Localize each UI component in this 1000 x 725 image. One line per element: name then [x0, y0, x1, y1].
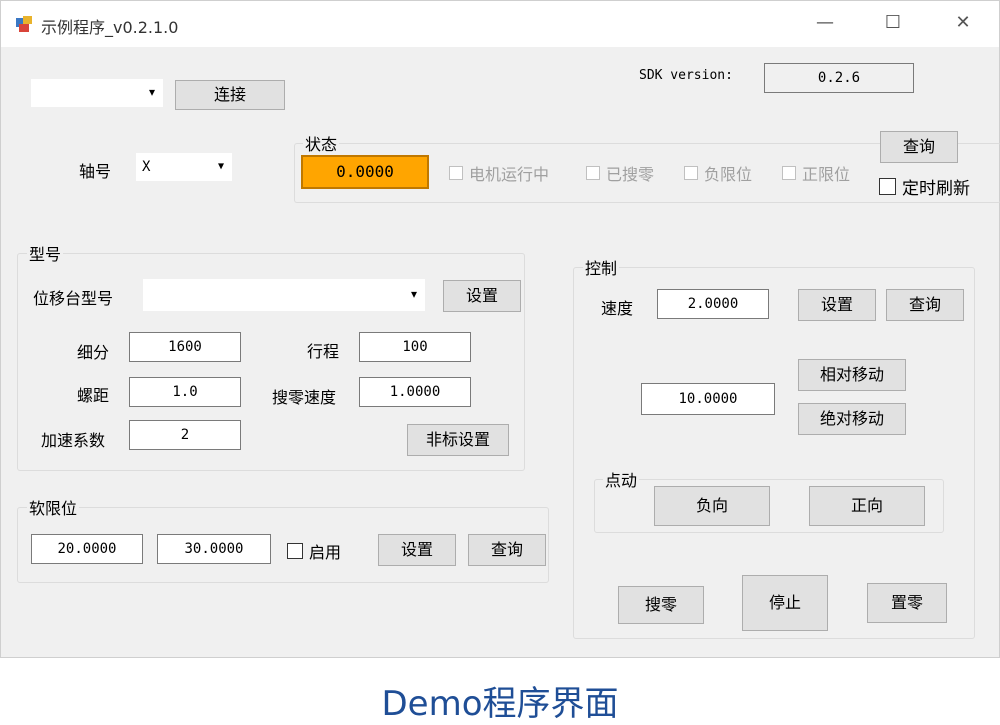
nonstandard-set-button[interactable]: 非标设置: [407, 424, 509, 456]
home-speed-label: 搜零速度: [272, 388, 337, 407]
checkbox-timer-refresh[interactable]: 定时刷新: [879, 174, 970, 199]
chevron-down-icon: ▼: [410, 289, 417, 301]
checkbox-label: 负限位: [704, 165, 753, 184]
speed-field[interactable]: 2.0000: [657, 289, 769, 319]
axis-label: 轴号: [79, 162, 112, 181]
stop-button[interactable]: 停止: [742, 575, 828, 631]
checkbox-box: [449, 166, 463, 180]
jog-negative-button[interactable]: 负向: [654, 486, 770, 526]
set-zero-button[interactable]: 置零: [867, 583, 947, 623]
axis-value: X: [142, 159, 151, 175]
control-group-title: 控制: [583, 255, 620, 279]
absolute-move-button[interactable]: 绝对移动: [798, 403, 906, 435]
speed-label: 速度: [601, 299, 634, 318]
jog-group-title: 点动: [603, 467, 640, 491]
pitch-field[interactable]: 1.0: [129, 377, 241, 407]
app-icon: [16, 16, 32, 32]
stage-model-label: 位移台型号: [33, 289, 114, 308]
soft-limit-max-field[interactable]: 30.0000: [157, 534, 271, 564]
port-combo[interactable]: ▼: [31, 79, 163, 107]
pitch-label: 螺距: [77, 386, 110, 405]
status-query-button[interactable]: 查询: [880, 131, 958, 163]
caption: Demo程序界面: [381, 684, 619, 724]
jog-positive-button[interactable]: 正向: [809, 486, 925, 526]
subdivision-label: 细分: [77, 343, 110, 362]
model-set-button[interactable]: 设置: [443, 280, 521, 312]
home-speed-field[interactable]: 1.0000: [359, 377, 471, 407]
soft-limit-min-field[interactable]: 20.0000: [31, 534, 143, 564]
chevron-down-icon: ▼: [217, 161, 224, 172]
relative-move-button[interactable]: 相对移动: [798, 359, 906, 391]
checkbox-label: 正限位: [802, 165, 851, 184]
axis-combo[interactable]: X ▼: [136, 153, 232, 181]
checkbox-enable-soft-limit[interactable]: 启用: [287, 539, 341, 563]
connect-button[interactable]: 连接: [175, 80, 285, 110]
home-button[interactable]: 搜零: [618, 586, 704, 624]
position-readout: 0.0000: [301, 155, 429, 189]
checkbox-box: [586, 166, 600, 180]
title-bar: 示例程序_v0.2.1.0 — ☐ ✕: [1, 1, 999, 47]
stage-model-combo[interactable]: ▼: [143, 279, 425, 311]
accel-label: 加速系数: [41, 431, 106, 450]
checkbox-label: 定时刷新: [902, 179, 970, 199]
sdk-version-field: 0.2.6: [764, 63, 914, 93]
soft-limit-set-button[interactable]: 设置: [378, 534, 456, 566]
checkbox-neg-limit: 负限位: [684, 161, 752, 185]
checkbox-box: [684, 166, 698, 180]
speed-query-button[interactable]: 查询: [886, 289, 964, 321]
checkbox-box[interactable]: [879, 178, 896, 195]
chevron-down-icon: ▼: [148, 87, 155, 99]
accel-field[interactable]: 2: [129, 420, 241, 450]
app-window: 示例程序_v0.2.1.0 — ☐ ✕ ▼ 连接 SDK version: 0.…: [0, 0, 1000, 658]
checkbox-pos-limit: 正限位: [782, 161, 850, 185]
soft-limit-query-button[interactable]: 查询: [468, 534, 546, 566]
checkbox-homed: 已搜零: [586, 161, 654, 185]
speed-set-button[interactable]: 设置: [798, 289, 876, 321]
move-distance-field[interactable]: 10.0000: [641, 383, 775, 415]
status-group-title: 状态: [303, 131, 340, 155]
minimize-button[interactable]: —: [811, 11, 839, 35]
checkbox-motor-running: 电机运行中: [449, 161, 549, 185]
checkbox-label: 已搜零: [606, 165, 655, 184]
stroke-label: 行程: [307, 342, 340, 361]
checkbox-box[interactable]: [287, 543, 303, 559]
maximize-button[interactable]: ☐: [879, 11, 907, 35]
window-title: 示例程序_v0.2.1.0: [41, 18, 179, 37]
checkbox-label: 启用: [309, 543, 342, 562]
close-button[interactable]: ✕: [949, 11, 977, 35]
soft-limit-title: 软限位: [27, 495, 80, 519]
subdivision-field[interactable]: 1600: [129, 332, 241, 362]
model-group-title: 型号: [27, 241, 64, 265]
checkbox-label: 电机运行中: [469, 165, 550, 184]
checkbox-box: [782, 166, 796, 180]
stroke-field[interactable]: 100: [359, 332, 471, 362]
sdk-version-label: SDK version:: [639, 68, 733, 83]
